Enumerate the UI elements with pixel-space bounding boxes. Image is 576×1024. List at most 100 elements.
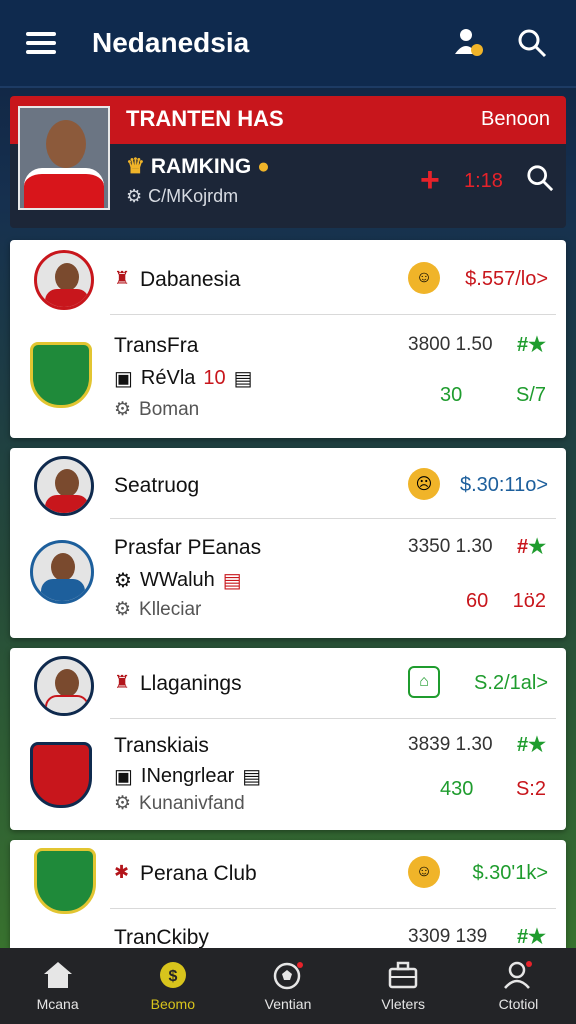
- briefcase-icon: [388, 961, 418, 989]
- mood-icon: ☺: [408, 262, 440, 294]
- bottom-navigation: Mcana $ Beomo Ventian Vleters Ctotiol: [0, 948, 576, 1024]
- trophy-icon: ♛: [126, 155, 145, 178]
- ranking-label: RAMKING: [150, 154, 252, 178]
- player-stats: 3839 1.30: [408, 734, 493, 755]
- player-detail-row: ⚙ WWaluh ▤: [114, 568, 242, 593]
- player-detail-row: ▣ INengrlear ▤: [114, 764, 261, 789]
- player-origin: Boman: [139, 398, 200, 420]
- app-title: Nedanedsia: [92, 27, 250, 58]
- player-name[interactable]: Transkiais: [114, 734, 209, 758]
- stat-a: 30: [440, 384, 463, 406]
- team-card[interactable]: ♜ Llaganings ⌂ S.2/1al> Transkiais 3839 …: [10, 648, 566, 830]
- chart-icon: ⌂: [408, 666, 440, 698]
- nav-item-profile[interactable]: Ctotiol: [461, 948, 576, 1024]
- team-name: Llaganings: [140, 672, 242, 695]
- nav-label: Beomo: [150, 996, 195, 1012]
- nav-label: Ventian: [264, 996, 312, 1012]
- team-name: Perana Club: [140, 862, 257, 885]
- player-detail-row: ▣ RéVla 10 ▤: [114, 366, 253, 391]
- bin-icon: ▤: [242, 766, 262, 788]
- team-name: Seatruog: [114, 474, 200, 497]
- player-origin-row: ⚙ Klleciar: [114, 598, 201, 621]
- settings-icon: ⚙: [114, 399, 132, 420]
- stat-a: 430: [440, 778, 474, 800]
- bin-icon: ▤: [233, 368, 253, 390]
- player-photo-icon: [30, 540, 94, 604]
- menu-icon[interactable]: [26, 32, 56, 54]
- mood-icon: ☹: [408, 468, 440, 500]
- player-detail: RéVla: [140, 367, 196, 389]
- featured-player-photo: [18, 106, 110, 210]
- hero-banner-title: TRANTEN HAS: [126, 106, 284, 131]
- add-player-icon[interactable]: [448, 23, 488, 63]
- settings-icon: ⚙: [114, 793, 132, 814]
- token-icon: $: [159, 962, 186, 988]
- soccer-ball-icon: [273, 962, 303, 990]
- team-price[interactable]: $.557/lo>: [465, 268, 548, 291]
- player-detail: INengrlear: [140, 765, 235, 787]
- team-card[interactable]: ♜ Dabanesia ☺ $.557/lo> TransFra 3800 1.…: [10, 240, 566, 438]
- settings-icon: ⚙: [114, 570, 132, 592]
- player-stats: 3350 1.30: [408, 536, 493, 557]
- nav-item-matches[interactable]: Ventian: [230, 948, 345, 1024]
- team-price[interactable]: $.30:11o>: [460, 474, 548, 497]
- medal-icon: ●: [257, 154, 270, 178]
- nav-item-home[interactable]: Mcana: [0, 948, 115, 1024]
- stat-b: 1ö2: [512, 590, 546, 612]
- team-price[interactable]: S.2/1al>: [474, 672, 548, 695]
- plus-icon[interactable]: +: [420, 163, 440, 197]
- player-name[interactable]: TranCkiby: [114, 926, 209, 950]
- hero-banner-link[interactable]: Benoon: [481, 108, 550, 131]
- team-card[interactable]: Seatruog ☹ $.30:11o> Prasfar PEanas 3350…: [10, 448, 566, 638]
- profile-icon: [504, 961, 533, 989]
- hero-score: 1:18: [464, 170, 503, 192]
- player-name[interactable]: TransFra: [114, 334, 198, 358]
- search-icon[interactable]: [512, 23, 552, 63]
- card-icon: ▣: [114, 368, 133, 390]
- player-detail: WWaluh: [139, 569, 215, 591]
- player-origin-row: ⚙ Kunanivfand: [114, 792, 245, 815]
- player-name[interactable]: Prasfar PEanas: [114, 536, 261, 560]
- nav-label: Vleters: [381, 996, 425, 1012]
- club-shield-icon: [34, 848, 96, 914]
- nav-item-transfers[interactable]: Vleters: [346, 948, 461, 1024]
- club-shield-icon: [30, 742, 92, 808]
- settings-icon: ⚙: [126, 186, 143, 206]
- player-origin: Klleciar: [139, 598, 202, 620]
- team-price[interactable]: $.30'1k>: [472, 862, 548, 885]
- team-name: Dabanesia: [140, 268, 241, 291]
- player-origin-row: ⚙ Boman: [114, 398, 199, 421]
- settings-icon: ⚙: [114, 599, 132, 620]
- club-icon: ♜: [114, 268, 131, 288]
- team-crest-icon: [34, 456, 94, 516]
- hero-search-icon[interactable]: [526, 164, 554, 197]
- svg-text:$: $: [168, 968, 177, 985]
- club-shield-icon: [30, 342, 92, 408]
- nav-item-token[interactable]: $ Beomo: [115, 948, 230, 1024]
- player-detail-number: 10: [203, 367, 226, 389]
- favorite-star-icon[interactable]: #★: [517, 732, 546, 757]
- stat-b: S/7: [515, 384, 546, 406]
- card-icon: ▣: [114, 766, 133, 788]
- hero-sub-label: C/MKojrdm: [148, 186, 239, 206]
- player-stats: 3800 1.50: [408, 334, 493, 355]
- team-crest-icon: [34, 250, 94, 310]
- favorite-star-icon[interactable]: #★: [517, 332, 546, 357]
- featured-ranking-panel[interactable]: TRANTEN HAS Benoon ♛ RAMKING ● ⚙ C/MKojr…: [10, 96, 566, 228]
- nav-label: Ctotiol: [498, 996, 539, 1012]
- player-stats: 3309 139: [408, 926, 488, 947]
- club-icon: ♜: [114, 672, 131, 692]
- bin-icon: ▤: [222, 570, 242, 592]
- team-crest-icon: [34, 656, 94, 716]
- club-icon: ✱: [114, 862, 130, 882]
- top-app-bar: Nedanedsia: [0, 0, 576, 88]
- favorite-star-icon[interactable]: #★: [517, 924, 546, 949]
- mood-icon: ☺: [408, 856, 440, 888]
- favorite-star-icon[interactable]: #★: [517, 534, 546, 559]
- stat-b: S:2: [515, 778, 546, 800]
- ranking-row: ♛ RAMKING ●: [126, 154, 270, 179]
- stat-a: 60: [466, 590, 489, 612]
- hero-sub-row: ⚙ C/MKojrdm: [126, 186, 238, 207]
- team-card[interactable]: ✱ Perana Club ☺ $.30'1k> TranCkiby 3309 …: [10, 840, 566, 950]
- home-icon: [43, 962, 72, 988]
